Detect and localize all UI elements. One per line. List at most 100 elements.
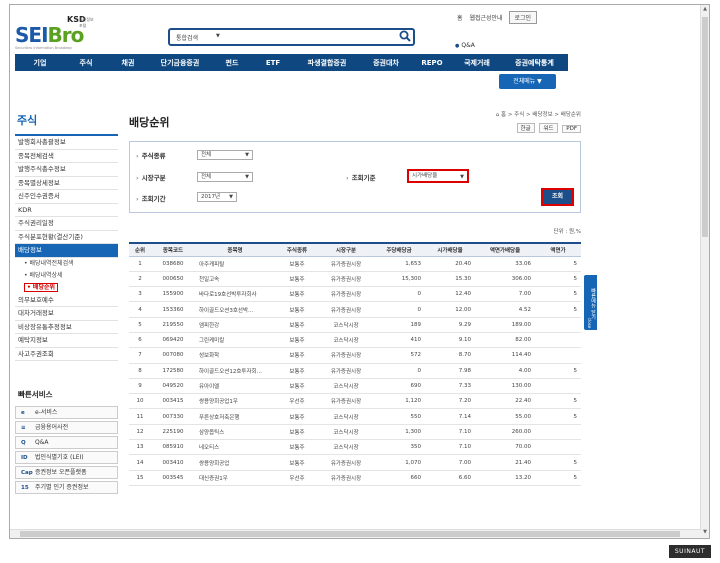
quick-item-popular[interactable]: 15 주기별 인기 증권정보 [15, 481, 118, 494]
horizontal-scrollbar-thumb[interactable] [20, 531, 680, 537]
cell-code: 003415 [151, 393, 195, 410]
table-row[interactable]: 7 007080 성보화학 보통주 유가증권시장 572 8.70 114.40 [129, 347, 581, 364]
table-row[interactable]: 14 003410 쌍용양회공업 보통주 유가증권시장 1,070 7.00 21.40 5 [129, 454, 581, 471]
vertical-scrollbar[interactable]: ▲ ▼ [700, 5, 709, 538]
table-row[interactable]: 1 038680 아주캐피탈 보통주 유가증권시장 1,653 20.40 33.06 5 [129, 256, 581, 272]
sidebar-subitem-current[interactable]: • 배당순위 [15, 282, 118, 294]
table-row[interactable]: 13 085910 네오티스 보통주 코스닥시장 350 7.10 70.00 [129, 439, 581, 456]
col-header-stock-type[interactable]: 주식종류 [275, 242, 319, 257]
scroll-up-arrow-icon[interactable]: ▲ [702, 6, 708, 14]
criteria-select[interactable]: 시가배당율 ▼ [407, 169, 469, 183]
cell-yield: 12.40 [425, 286, 475, 303]
col-header-rank[interactable]: 순위 [129, 242, 151, 257]
table-row[interactable]: 9 049520 유아이엘 보통주 코스닥시장 690 7.33 130.00 [129, 378, 581, 395]
horizontal-scrollbar[interactable] [10, 529, 702, 538]
table-row[interactable]: 11 007330 푸른상호저축은행 보통주 코스닥시장 550 7.14 55.00 5 [129, 408, 581, 425]
quick-item-lei[interactable]: ID 법인식별기호 (LEI) [15, 451, 118, 464]
export-word-button[interactable]: 워드 [539, 123, 558, 133]
sidebar-item[interactable]: 비상장유통추정정보 [15, 321, 118, 334]
qna-link[interactable]: Q&A [455, 42, 475, 49]
sidebar-subitem[interactable]: • 배당내역상세 [15, 270, 118, 282]
table-row[interactable]: 15 003545 대신증권1우 우선주 유가증권시장 660 6.60 13.20 5 [129, 470, 581, 486]
sidebar-item[interactable]: 종목전체검색 [15, 150, 118, 163]
search-submit-button[interactable]: 조회 [541, 188, 574, 206]
gnb-item-bond[interactable]: 채권 [107, 54, 149, 71]
quick-item-eservice[interactable]: e e-서비스 [15, 406, 118, 419]
market-value: 전체 [201, 174, 212, 180]
cell-code: 049520 [151, 378, 195, 395]
col-header-face-yield[interactable]: 액면가배당율 [475, 242, 535, 257]
stock-type-select[interactable]: 전체 ▼ [197, 150, 253, 160]
sidebar-item[interactable]: 발행주식총수정보 [15, 163, 118, 177]
web-accessibility-link[interactable]: 웹접근성안내 [469, 15, 502, 22]
gnb-item-repo[interactable]: REPO [411, 54, 453, 71]
quick-item-open-platform[interactable]: Cap 증권정보 오픈플랫폼 [15, 466, 118, 479]
gnb-item-company[interactable]: 기업 [15, 54, 65, 71]
cell-market: 코스닥시장 [319, 408, 373, 425]
sidebar-item[interactable]: 사고주권조회 [15, 348, 118, 361]
login-button[interactable]: 로그인 [508, 11, 538, 24]
sidebar-item[interactable]: 의무보호예수 [15, 294, 118, 307]
table-row[interactable]: 10 003415 쌍용양회공업1우 우선주 유가증권시장 1,120 7.20 22.40 5 [129, 393, 581, 410]
criteria-label: 조회기준 [346, 172, 376, 182]
search-icon[interactable] [399, 30, 411, 45]
sidebar-item[interactable]: KDR [15, 204, 118, 217]
cell-yield: 8.70 [425, 347, 475, 364]
seibro-logo[interactable]: KSD 증권정보포털 SEIBro Securities information… [15, 15, 95, 51]
gnb-item-derivatives[interactable]: 파생결합증권 [293, 54, 361, 71]
sidebar-item[interactable]: 대차거래정보 [15, 307, 118, 321]
col-header-face-value[interactable]: 액면가 [535, 242, 581, 257]
gnb-item-short-term[interactable]: 단기금융증권 [149, 54, 211, 71]
cell-face-value: 5 [535, 286, 581, 303]
table-row[interactable]: 4 153360 하이골드오션3호선박... 보통주 유가증권시장 0 12.00 4.52 5 [129, 301, 581, 318]
table-row[interactable]: 3 155900 바다로19호선박투자회사 보통주 유가증권시장 0 12.40 7.00 5 [129, 286, 581, 303]
gnb-item-stats[interactable]: 증권예탁통계 [501, 54, 568, 71]
sidebar-subitem[interactable]: • 배당내역전체검색 [15, 258, 118, 270]
quick-menu-tab[interactable]: 빠른메뉴 닫기 close [584, 275, 597, 330]
cell-name: 쌍용양회공업1우 [195, 393, 275, 410]
search-scope-select[interactable]: 통합검색 [176, 33, 198, 42]
home-link[interactable]: 홈 [457, 15, 463, 22]
sidebar-item[interactable]: 주식권리일정 [15, 217, 118, 231]
period-select[interactable]: 2017년 ▼ [197, 192, 237, 202]
table-row[interactable]: 12 225190 삼양옵틱스 보통주 코스닥시장 1,300 7.10 260.00 [129, 424, 581, 441]
cell-name: 엠피한강 [195, 317, 275, 333]
table-row[interactable]: 5 219550 엠피한강 보통주 코스닥시장 189 9.29 189.00 [129, 317, 581, 333]
all-menu-button[interactable]: 전체메뉴 ▼ [499, 74, 556, 89]
cell-yield: 15.30 [425, 271, 475, 288]
quick-item-qna[interactable]: Q Q&A [15, 436, 118, 449]
cell-stock-type: 보통주 [275, 363, 319, 379]
sidebar-item[interactable]: 예탁지정보 [15, 334, 118, 348]
gnb-item-intl[interactable]: 국제거래 [453, 54, 501, 71]
gnb-item-etf[interactable]: ETF [253, 54, 293, 71]
sidebar-item[interactable]: 발행회사총괄정보 [15, 136, 118, 150]
export-pdf-button[interactable]: PDF [562, 125, 581, 133]
scroll-down-arrow-icon[interactable]: ▼ [702, 529, 708, 537]
close-icon[interactable]: close [587, 318, 592, 328]
col-header-code[interactable]: 종목코드 [151, 242, 195, 257]
col-header-yield[interactable]: 시가배당율 [425, 242, 475, 257]
col-header-dps[interactable]: 주당배당금 [373, 242, 425, 257]
cell-stock-type: 보통주 [275, 301, 319, 318]
col-header-market[interactable]: 시장구분 [319, 242, 373, 257]
search-bar[interactable]: 통합검색 ▼ [168, 28, 415, 46]
vertical-scrollbar-thumb[interactable] [702, 17, 708, 237]
sidebar-item[interactable]: 주식분포현황(결산기준) [15, 231, 118, 244]
sidebar-item[interactable]: 신주인수권증서 [15, 190, 118, 204]
cell-market: 유가증권시장 [319, 256, 373, 272]
gnb-item-lending[interactable]: 증권대차 [361, 54, 411, 71]
gnb-item-fund[interactable]: 펀드 [211, 54, 253, 71]
table-row[interactable]: 2 000650 천일고속 보통주 유가증권시장 15,300 15.30 306.00 5 [129, 271, 581, 288]
col-header-name[interactable]: 종목명 [195, 242, 275, 257]
cell-rank: 10 [129, 393, 151, 410]
table-row[interactable]: 6 069420 그린케미칼 보통주 코스닥시장 410 9.10 82.00 [129, 332, 581, 349]
sidebar-item[interactable]: 종목별상세정보 [15, 177, 118, 190]
cell-market: 코스닥시장 [319, 317, 373, 333]
export-hangul-button[interactable]: 한글 [516, 123, 535, 133]
table-row[interactable]: 8 172580 하이골드오션12호투자회... 보통주 유가증권시장 0 7.98 4.00… [129, 363, 581, 379]
market-select[interactable]: 전체 ▼ [197, 172, 253, 182]
quick-item-dictionary[interactable]: ≡ 금융용어사전 [15, 421, 118, 434]
chevron-down-icon[interactable]: ▼ [216, 33, 220, 39]
gnb-item-stock[interactable]: 주식 [65, 54, 107, 71]
sidebar-item-dividend-active[interactable]: 배당정보 [15, 244, 118, 258]
